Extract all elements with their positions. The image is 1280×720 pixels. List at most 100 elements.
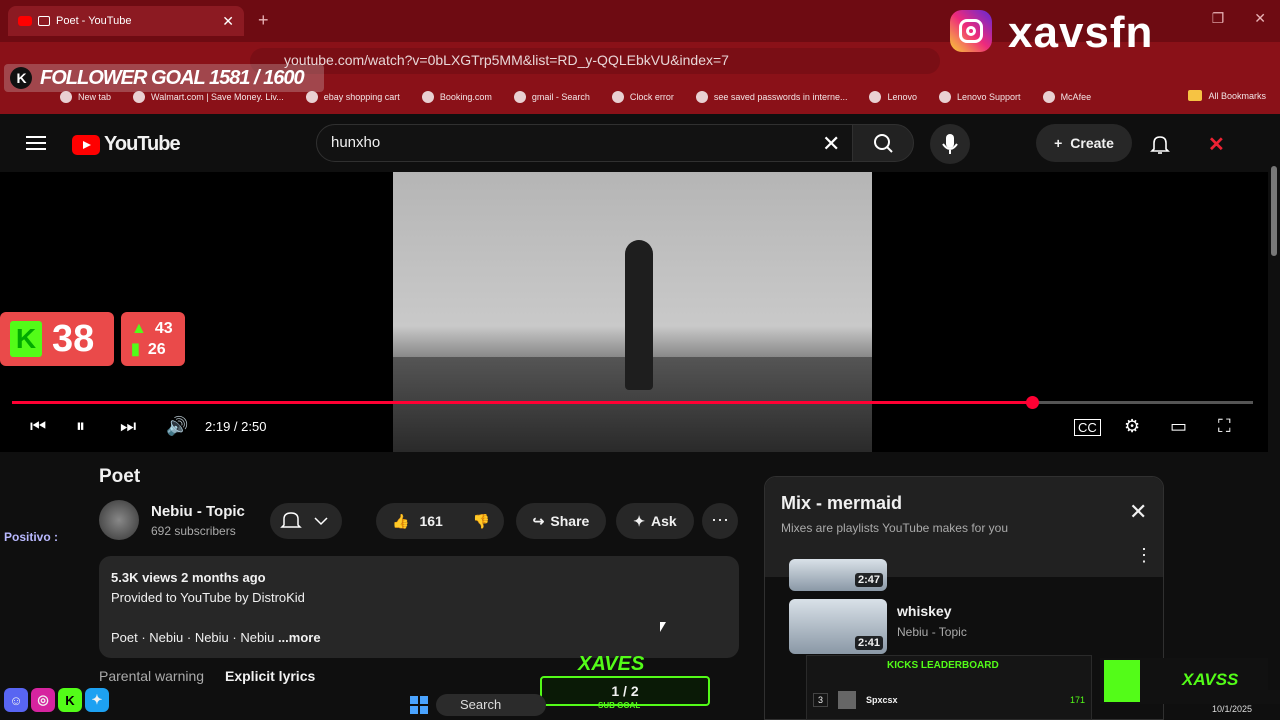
progress-bar[interactable] xyxy=(12,401,1253,404)
restore-window-button[interactable]: ❐ xyxy=(1212,10,1225,27)
youtube-logo[interactable]: YouTube xyxy=(72,133,181,156)
playlist-item-thumbnail[interactable]: 2:47 xyxy=(789,559,887,591)
like-button[interactable]: 👍 161 👎 xyxy=(376,503,504,539)
bookmark-item[interactable]: Lenovo xyxy=(869,91,917,103)
playlist-item-thumbnail[interactable]: 2:41 xyxy=(789,599,887,654)
positivo-overlay: Positivo : xyxy=(4,530,59,544)
kick-logo-icon: K xyxy=(10,321,42,357)
pause-icon[interactable]: ⏸ xyxy=(76,416,85,437)
leaderboard-value: 171 xyxy=(1069,695,1085,705)
create-button[interactable]: + Create xyxy=(1036,124,1132,162)
settings-gear-icon[interactable]: ⚙ xyxy=(1124,416,1140,437)
close-window-button[interactable]: ✕ xyxy=(1254,10,1266,27)
clear-search-icon[interactable]: ✕ xyxy=(822,131,840,157)
bookmark-icon xyxy=(513,91,526,103)
bookmark-item[interactable]: Clock error xyxy=(611,91,674,103)
duration-badge: 2:47 xyxy=(854,573,883,587)
account-avatar[interactable]: ✕ xyxy=(1208,132,1225,157)
bookmark-icon xyxy=(611,91,624,103)
youtube-play-icon xyxy=(72,134,100,155)
voice-search-button[interactable] xyxy=(930,124,970,164)
all-bookmarks-button[interactable]: All Bookmarks xyxy=(1188,90,1266,101)
search-input[interactable]: hunxho xyxy=(316,124,854,162)
new-tab-button[interactable]: + xyxy=(258,10,269,31)
tab-title: Poet - YouTube xyxy=(56,15,132,27)
plus-icon: + xyxy=(1054,135,1063,151)
mix-title: Mix - mermaid xyxy=(781,493,903,513)
menu-icon[interactable] xyxy=(26,136,46,150)
theater-mode-icon[interactable]: ▭ xyxy=(1170,416,1187,437)
channel-name[interactable]: Nebiu - Topic xyxy=(151,503,245,520)
previous-icon[interactable]: ⏮ xyxy=(30,416,46,437)
instagram-small-icon: ◎ xyxy=(31,688,55,712)
notifications-bell-icon[interactable] xyxy=(1150,134,1170,154)
close-tab-icon[interactable]: ✕ xyxy=(222,13,234,30)
volume-icon[interactable]: 🔊 xyxy=(166,416,188,437)
parental-warning-label: Parental warning xyxy=(99,668,205,684)
youtube-header: YouTube hunxho ✕ + Create ✕ xyxy=(0,114,1268,172)
more-actions-icon[interactable]: ⋯ xyxy=(702,503,738,539)
video-title: Poet xyxy=(99,466,141,487)
kick-small-icon: K xyxy=(58,688,82,712)
video-player[interactable]: K 38 ▲ 43 ▮ 26 ⏮ ⏸ ⏭ 🔊 2:19 / 2:50 CC ⚙ ▭ … xyxy=(0,172,1268,452)
fullscreen-icon[interactable]: ⛶ xyxy=(1218,416,1231,437)
bookmark-item[interactable]: Walmart.com | Save Money. Liv... xyxy=(133,91,284,103)
playlist-item-title[interactable]: whiskey xyxy=(897,603,951,619)
bookmark-item[interactable]: see saved passwords in interne... xyxy=(695,91,847,103)
search-button[interactable] xyxy=(852,124,914,162)
page-scrollbar[interactable] xyxy=(1268,114,1280,690)
kick-logo-icon: K xyxy=(10,67,32,89)
progress-scrubber[interactable] xyxy=(1026,396,1039,409)
bookmark-item[interactable]: Lenovo Support xyxy=(939,91,1021,103)
bookmark-item[interactable]: ebay shopping cart xyxy=(305,91,400,103)
close-icon[interactable]: ✕ xyxy=(1129,499,1147,525)
up-arrow-icon: ▲ xyxy=(131,320,147,337)
bookmark-item[interactable]: gmail - Search xyxy=(513,91,590,103)
kick-badge-overlay: XAVSS xyxy=(1100,658,1280,704)
kick-goal-value: 1 / 2 xyxy=(611,683,639,699)
provided-line: Provided to YouTube by DistroKid xyxy=(111,590,305,605)
bookmark-item[interactable]: Booking.com xyxy=(421,91,492,103)
share-icon: ↪ xyxy=(532,512,545,529)
video-figure xyxy=(625,240,653,390)
streamer-name: xavsfn xyxy=(1008,8,1154,57)
microphone-icon xyxy=(942,134,958,154)
more-link[interactable]: ...more xyxy=(278,630,321,645)
thumbs-down-icon[interactable]: 👎 xyxy=(473,513,490,530)
bookmark-icon xyxy=(60,91,72,103)
description-box[interactable]: 5.3K views 2 months ago Provided to YouT… xyxy=(99,556,739,658)
folder-icon xyxy=(1188,90,1203,101)
share-button[interactable]: ↪ Share xyxy=(516,503,606,539)
playlist-item-channel: Nebiu - Topic xyxy=(897,625,967,639)
follower-goal-overlay: K FOLLOWER GOAL 1581 / 1600 xyxy=(4,64,324,92)
bookmark-icon xyxy=(421,91,434,103)
stat-up-value: 43 xyxy=(154,320,173,337)
bookmark-item[interactable]: McAfee xyxy=(1042,91,1091,103)
next-icon[interactable]: ⏭ xyxy=(120,416,136,437)
windows-start-icon[interactable] xyxy=(410,696,428,714)
description-line: Poet · Nebiu · Nebiu · Nebiu xyxy=(111,630,275,645)
social-icons: ☺ ◎ K ✦ xyxy=(4,688,109,712)
mouse-cursor xyxy=(660,622,666,632)
kebab-menu-icon[interactable]: ⋮ xyxy=(1135,545,1153,566)
bar-chart-icon: ▮ xyxy=(131,341,140,358)
bookmark-icon xyxy=(305,91,318,103)
leaderboard-row: 3 Spxcsx 171 xyxy=(813,690,1085,710)
subscribe-notifications-button[interactable] xyxy=(270,503,342,539)
badge-brand: XAVSS xyxy=(1182,670,1239,689)
captions-icon[interactable]: CC xyxy=(1074,419,1101,436)
browser-tab[interactable]: Poet - YouTube ✕ xyxy=(8,6,244,36)
stat-bar-value: 26 xyxy=(147,341,166,358)
progress-fill xyxy=(12,401,1030,404)
stream-stats-overlay: ▲ 43 ▮ 26 xyxy=(121,312,185,366)
mix-subtitle: Mixes are playlists YouTube makes for yo… xyxy=(781,521,1008,535)
bookmark-item[interactable]: New tab xyxy=(60,91,111,103)
kick-goal-brand: XAVES xyxy=(578,653,645,675)
bookmark-icon xyxy=(1042,91,1055,103)
taskbar-search[interactable]: Search xyxy=(436,694,546,716)
twitter-icon: ✦ xyxy=(85,688,109,712)
kicks-counter-overlay: K 38 xyxy=(0,312,114,366)
ask-button[interactable]: ✦ Ask xyxy=(616,503,694,539)
channel-avatar[interactable] xyxy=(99,500,139,540)
url-field[interactable]: youtube.com/watch?v=0bLXGTrp5MM&list=RD_… xyxy=(250,48,940,74)
